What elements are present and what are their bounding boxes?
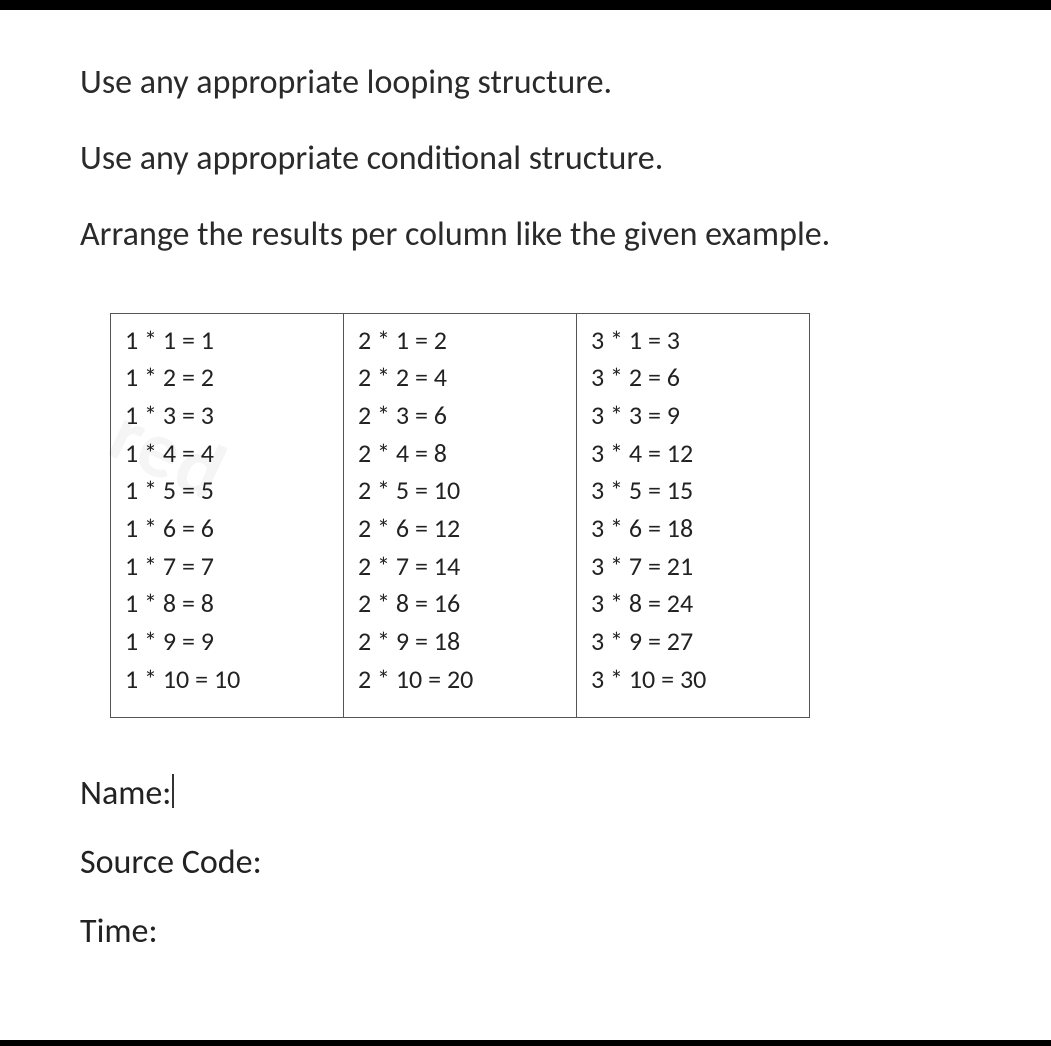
- table-row: 1 * 2 = 2: [125, 359, 333, 397]
- table-row: 3 * 6 = 18: [591, 510, 799, 548]
- text-cursor-icon: [172, 774, 174, 808]
- table-row: 3 * 10 = 30: [591, 661, 799, 699]
- table-row: 2 * 8 = 16: [358, 585, 566, 623]
- time-label: Time:: [80, 911, 158, 952]
- table-row: 2 * 1 = 2: [358, 322, 566, 360]
- table-row: 1 * 6 = 6: [125, 510, 333, 548]
- table-row: 2 * 10 = 20: [358, 661, 566, 699]
- time-field: Time:: [80, 911, 991, 952]
- table-row: 3 * 8 = 24: [591, 585, 799, 623]
- table-col-3: 3 * 1 = 3 3 * 2 = 6 3 * 3 = 9 3 * 4 = 12…: [577, 313, 810, 717]
- table-row: 1 * 5 = 5: [125, 472, 333, 510]
- table-row: 1 * 10 = 10: [125, 661, 333, 699]
- table-row: 1 * 1 = 1: [125, 322, 333, 360]
- multiplication-table: 1 * 1 = 1 1 * 2 = 2 1 * 3 = 3 1 * 4 = 4 …: [110, 313, 810, 718]
- table-row: 3 * 3 = 9: [591, 397, 799, 435]
- table-row: 3 * 9 = 27: [591, 623, 799, 661]
- answer-fields: Name: Source Code: Time:: [80, 773, 991, 952]
- table-row: 2 * 2 = 4: [358, 359, 566, 397]
- table-row: 2 * 6 = 12: [358, 510, 566, 548]
- name-field: Name:: [80, 773, 991, 814]
- table-row: 2 * 3 = 6: [358, 397, 566, 435]
- table-col-1: 1 * 1 = 1 1 * 2 = 2 1 * 3 = 3 1 * 4 = 4 …: [111, 313, 344, 717]
- table-col-2: 2 * 1 = 2 2 * 2 = 4 2 * 3 = 6 2 * 4 = 8 …: [344, 313, 577, 717]
- instruction-line-2: Use any appropriate conditional structur…: [80, 136, 991, 182]
- table-row: 1 * 7 = 7: [125, 548, 333, 586]
- table-row: 3 * 7 = 21: [591, 548, 799, 586]
- table-row: 2 * 5 = 10: [358, 472, 566, 510]
- source-code-label: Source Code:: [80, 842, 262, 883]
- instruction-line-1: Use any appropriate looping structure.: [80, 60, 991, 106]
- table-row: 1 * 4 = 4: [125, 435, 333, 473]
- table-row: 2 * 9 = 18: [358, 623, 566, 661]
- table-row: 3 * 5 = 15: [591, 472, 799, 510]
- name-label: Name:: [80, 773, 171, 814]
- instruction-line-3: Arrange the results per column like the …: [80, 212, 991, 258]
- table-row: 3 * 4 = 12: [591, 435, 799, 473]
- table-row: 2 * 7 = 14: [358, 548, 566, 586]
- table-row: 3 * 1 = 3: [591, 322, 799, 360]
- table-row: 1 * 3 = 3: [125, 397, 333, 435]
- table-row: 3 * 2 = 6: [591, 359, 799, 397]
- document-page: red Use any appropriate looping structur…: [0, 0, 1051, 1046]
- source-code-field: Source Code:: [80, 842, 991, 883]
- table-row: 2 * 4 = 8: [358, 435, 566, 473]
- table-row: 1 * 8 = 8: [125, 585, 333, 623]
- table-row: 1 * 9 = 9: [125, 623, 333, 661]
